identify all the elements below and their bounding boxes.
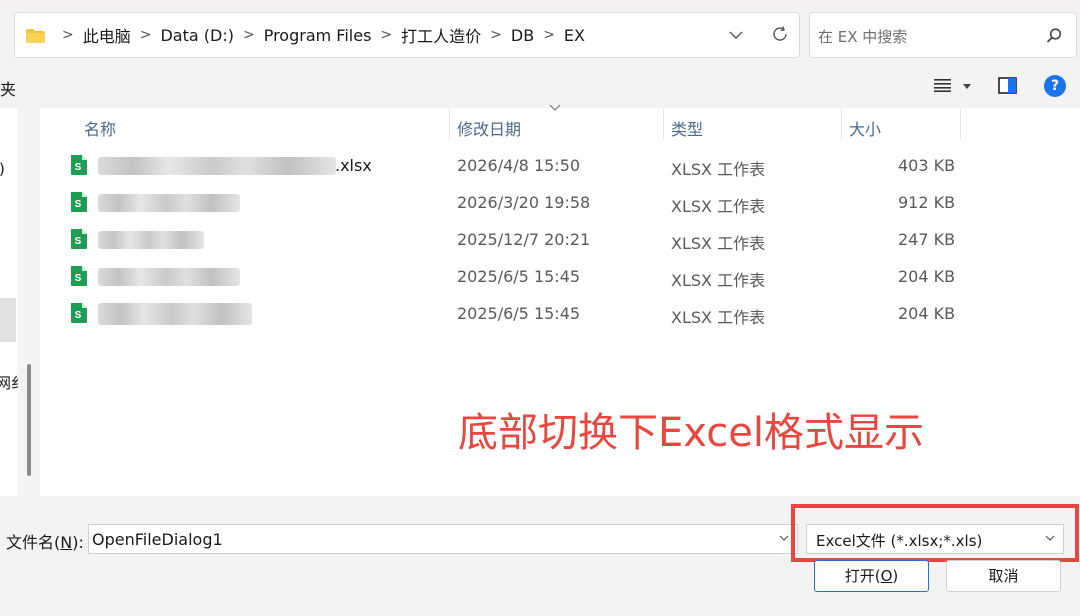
blurred-file-name	[98, 194, 240, 212]
column-header-name[interactable]: 名称	[84, 116, 116, 140]
breadcrumb-program-files[interactable]: Program Files	[264, 26, 372, 45]
nav-scrollbar[interactable]	[27, 364, 31, 476]
excel-file-icon: S	[71, 155, 87, 175]
file-row[interactable]: S 2026/3/20 19:58 XLSX 工作表 912 KB	[60, 186, 1060, 220]
file-date: 2026/3/20 19:58	[457, 193, 591, 212]
column-divider[interactable]	[960, 108, 961, 140]
nav-selected-item[interactable]	[0, 298, 16, 342]
excel-file-icon: S	[71, 192, 87, 212]
chevron-down-icon[interactable]	[779, 535, 789, 542]
breadcrumb-separator: >	[62, 27, 74, 43]
breadcrumb: > 此电脑 > Data (D:) > Program Files > 打工人造…	[53, 13, 585, 57]
file-size: 912 KB	[898, 193, 956, 212]
breadcrumb-dagongren[interactable]: 打工人造价	[401, 23, 481, 47]
caret-down-icon[interactable]	[963, 84, 971, 90]
open-button-label-end: )	[892, 567, 899, 585]
file-type-filter-value[interactable]: Excel文件 (*.xlsx;*.xls)	[816, 530, 982, 551]
filename-label-end: ):	[72, 533, 84, 552]
filename-access-key: N	[60, 533, 73, 552]
breadcrumb-separator: >	[380, 27, 393, 43]
search-icon[interactable]	[1045, 27, 1063, 45]
svg-text:S: S	[75, 236, 82, 247]
file-date: 2026/4/8 15:50	[457, 156, 581, 175]
chevron-down-icon[interactable]	[1045, 535, 1055, 542]
filename-label: 文件名(N):	[6, 529, 84, 553]
address-bar[interactable]: > 此电脑 > Data (D:) > Program Files > 打工人造…	[14, 12, 800, 58]
excel-file-icon: S	[71, 229, 87, 249]
file-date: 2025/6/5 15:45	[457, 267, 581, 286]
breadcrumb-data-drive[interactable]: Data (D:)	[160, 26, 233, 45]
breadcrumb-db[interactable]: DB	[511, 26, 534, 45]
folder-icon	[26, 29, 45, 43]
breadcrumb-ex[interactable]: EX	[564, 26, 585, 45]
file-type-filter[interactable]: Excel文件 (*.xlsx;*.xls)	[806, 524, 1064, 554]
preview-pane-icon[interactable]	[998, 77, 1017, 94]
excel-file-icon: S	[71, 266, 87, 286]
search-box[interactable]: 在 EX 中搜索	[809, 12, 1077, 58]
file-row[interactable]: S 2025/6/5 15:45 XLSX 工作表 204 KB	[60, 260, 1060, 294]
view-menu-icon[interactable]	[934, 78, 952, 92]
blurred-file-name	[98, 268, 240, 286]
breadcrumb-separator: >	[139, 27, 152, 43]
filename-field[interactable]: OpenFileDialog1	[88, 524, 798, 554]
annotation-text: 底部切换下Excel格式显示	[458, 410, 924, 456]
file-size: 247 KB	[898, 230, 956, 249]
breadcrumb-separator: >	[490, 27, 502, 43]
svg-text:S: S	[75, 310, 82, 321]
file-date: 2025/12/7 20:21	[457, 230, 591, 249]
file-size: 204 KB	[898, 267, 956, 286]
sort-caret-icon	[549, 104, 561, 111]
nav-new-folder-fragment[interactable]: 夹	[0, 76, 16, 100]
breadcrumb-separator: >	[543, 27, 555, 43]
file-date: 2025/6/5 15:45	[457, 304, 581, 323]
breadcrumb-separator: >	[242, 27, 255, 43]
file-type: XLSX 工作表	[671, 308, 766, 327]
svg-text:S: S	[75, 199, 82, 210]
help-icon[interactable]: ?	[1044, 75, 1066, 97]
filename-label-text: 文件名(	[6, 533, 61, 552]
excel-file-icon: S	[71, 303, 87, 323]
file-type: XLSX 工作表	[671, 197, 766, 216]
open-button-label: 打开(	[844, 567, 881, 585]
column-divider[interactable]	[449, 108, 450, 140]
file-type: XLSX 工作表	[671, 234, 766, 253]
file-name: .xlsx	[335, 156, 372, 175]
file-type: XLSX 工作表	[671, 160, 766, 179]
nav-item-network[interactable]: 网纟	[0, 372, 18, 393]
search-input[interactable]: 在 EX 中搜索	[818, 26, 907, 47]
svg-text:S: S	[75, 162, 82, 173]
file-size: 204 KB	[898, 304, 956, 323]
column-header-size[interactable]: 大小	[849, 116, 881, 140]
nav-item[interactable]: :)	[0, 160, 5, 178]
blurred-file-name	[98, 231, 204, 249]
cancel-button[interactable]: 取消	[946, 560, 1061, 592]
open-button[interactable]: 打开(O)	[814, 560, 929, 592]
open-access-key: O	[880, 567, 893, 585]
svg-text:S: S	[75, 273, 82, 284]
column-divider[interactable]	[841, 108, 842, 140]
file-type: XLSX 工作表	[671, 271, 766, 290]
file-row[interactable]: S .xlsx 2026/4/8 15:50 XLSX 工作表 403 KB	[60, 149, 1060, 183]
refresh-icon[interactable]	[771, 25, 789, 43]
file-row[interactable]: S 2025/6/5 15:45 XLSX 工作表 204 KB	[60, 297, 1060, 331]
file-row[interactable]: S 2025/12/7 20:21 XLSX 工作表 247 KB	[60, 223, 1060, 257]
title-strip	[0, 0, 1080, 6]
column-header-date[interactable]: 修改日期	[457, 116, 521, 140]
blurred-file-name	[98, 157, 336, 175]
file-size: 403 KB	[898, 156, 956, 175]
navigation-pane: :) ) ) 网纟	[0, 108, 18, 496]
blurred-file-name	[98, 303, 252, 325]
column-header-type[interactable]: 类型	[671, 116, 703, 140]
column-divider[interactable]	[663, 108, 664, 140]
filename-value[interactable]: OpenFileDialog1	[92, 530, 223, 549]
breadcrumb-this-pc[interactable]: 此电脑	[83, 23, 131, 47]
chevron-down-icon[interactable]	[728, 28, 744, 42]
